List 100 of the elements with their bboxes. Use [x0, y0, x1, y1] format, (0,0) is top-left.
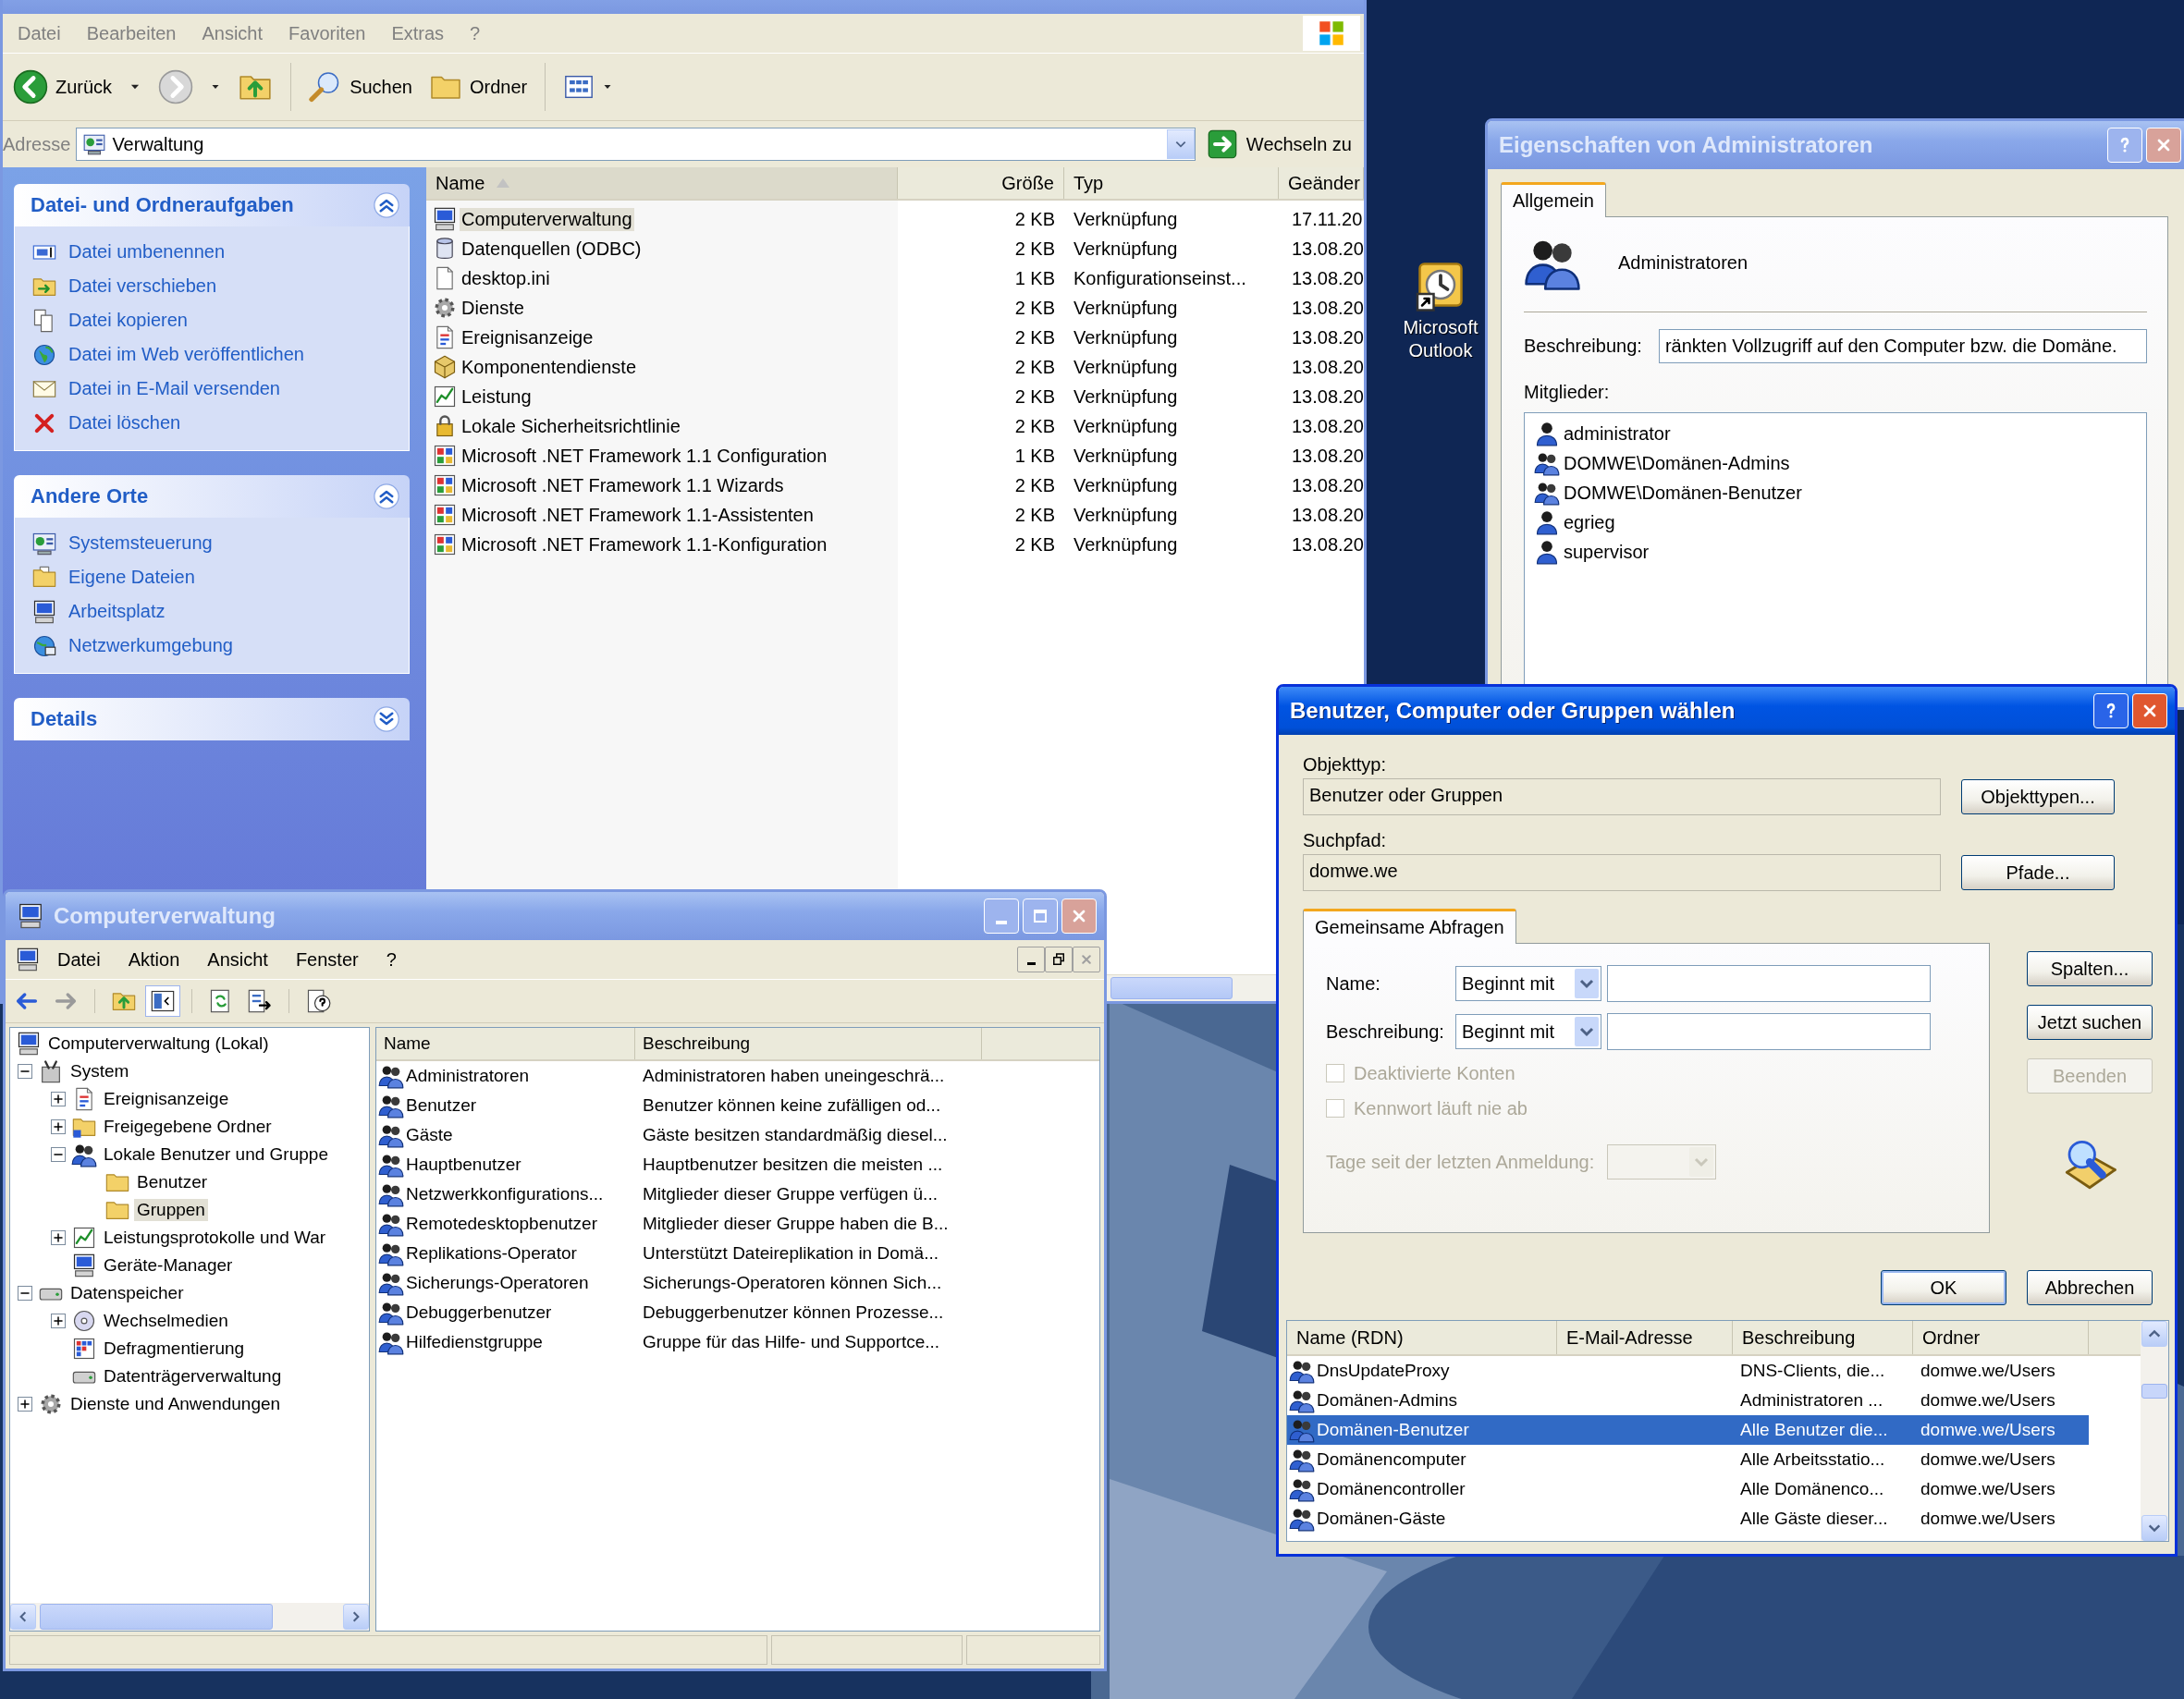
task-link[interactable]: Datei verschieben — [31, 272, 399, 300]
scrollbar-thumb[interactable] — [40, 1604, 273, 1630]
result-row[interactable]: Domänen-Benutzer Alle Benutzer die... domwe.we/Users — [1287, 1415, 2089, 1445]
file-name[interactable]: Datenquellen (ODBC) — [460, 237, 644, 261]
file-name[interactable]: Microsoft .NET Framework 1.1 Configuration — [460, 444, 829, 468]
column-header[interactable]: Name — [426, 167, 898, 199]
column-header[interactable]: Größe — [898, 167, 1064, 199]
scrollbar-thumb[interactable] — [2141, 1384, 2167, 1399]
menu-item[interactable]: Fenster — [284, 948, 370, 971]
result-row[interactable]: Domänen-Admins Administratoren ... domwe.we/Users — [1287, 1386, 2089, 1415]
expand-toggle[interactable] — [18, 1397, 32, 1412]
tree-item[interactable]: Computerverwaltung (Lokal) — [45, 1033, 272, 1055]
menu-item[interactable]: ? — [374, 948, 408, 971]
condition-dropdown[interactable]: Beginnt mit — [1455, 1014, 1601, 1049]
tree-item[interactable]: Defragmentierung — [101, 1338, 248, 1360]
vertical-scrollbar[interactable] — [2141, 1321, 2168, 1541]
dialog-button[interactable]: OK — [1881, 1270, 2006, 1305]
task-link[interactable]: Datei kopieren — [31, 306, 399, 335]
column-header[interactable]: Typ — [1064, 167, 1279, 199]
tree-item[interactable]: Dienste und Anwendungen — [67, 1393, 284, 1415]
file-name[interactable]: Dienste — [460, 296, 526, 320]
tab[interactable]: Gemeinsame Abfragen — [1303, 909, 1516, 944]
file-name[interactable]: Leistung — [460, 385, 534, 409]
column-header[interactable]: Name (RDN) — [1287, 1321, 1557, 1354]
tree-item[interactable]: Datenspeicher — [67, 1282, 187, 1304]
expand-toggle[interactable] — [51, 1230, 66, 1245]
expand-toggle[interactable] — [51, 1147, 66, 1162]
task-link[interactable]: Datei umbenennen — [31, 238, 399, 266]
file-name[interactable]: desktop.ini — [460, 266, 552, 290]
desktop-icon-label[interactable]: Microsoft Outlook — [1394, 316, 1487, 362]
restore-button[interactable] — [1045, 947, 1073, 972]
horizontal-scrollbar[interactable] — [10, 1603, 369, 1631]
member-name[interactable]: DOMWE\Domänen-Benutzer — [1564, 482, 1802, 504]
expand-toggle[interactable] — [51, 1092, 66, 1106]
column-header[interactable]: Beschreibung — [1733, 1321, 1913, 1354]
tree-item[interactable]: Gruppen — [134, 1199, 208, 1221]
dialog-button[interactable]: Jetzt suchen — [2027, 1005, 2153, 1040]
tree-item[interactable]: Freigegebene Ordner — [101, 1116, 275, 1138]
column-header[interactable]: E-Mail-Adresse — [1557, 1321, 1733, 1354]
file-name[interactable]: Computerverwaltung — [460, 207, 634, 231]
task-link[interactable]: Datei im Web veröffentlichen — [31, 340, 399, 369]
result-row[interactable]: DnsUpdateProxy DNS-Clients, die... domwe.we/Users — [1287, 1356, 2089, 1386]
task-link[interactable]: Datei in E-Mail versenden — [31, 374, 399, 403]
task-link[interactable]: Eigene Dateien — [31, 563, 399, 592]
dialog-button[interactable]: Spalten... — [2027, 951, 2153, 986]
member-name[interactable]: administrator — [1564, 422, 1671, 445]
tab[interactable]: Allgemein — [1501, 182, 1606, 217]
tree-item[interactable]: Leistungsprotokolle und War — [101, 1227, 329, 1249]
column-header[interactable]: Beschreibung — [635, 1028, 982, 1059]
result-row[interactable]: Domänen-Gäste Alle Gäste dieser... domwe.we/Users — [1287, 1504, 2089, 1534]
scroll-right-button[interactable] — [343, 1604, 369, 1630]
scroll-up-button[interactable] — [2141, 1321, 2167, 1347]
menu-item[interactable]: Datei — [46, 948, 112, 971]
panel-header[interactable]: Datei- und Ordneraufgaben — [14, 184, 410, 226]
task-link[interactable]: Datei löschen — [31, 409, 399, 437]
result-row[interactable]: Domänencontroller Alle Domänenco... domwe.we/Users — [1287, 1474, 2089, 1504]
folders-button[interactable]: Ordner — [422, 67, 534, 107]
menu-item[interactable]: Ansicht — [196, 948, 279, 971]
minimize-button[interactable] — [1017, 947, 1045, 972]
go-button[interactable]: Wechseln zu — [1200, 126, 1358, 163]
expand-toggle[interactable] — [18, 1064, 32, 1079]
tree-toggle-button[interactable] — [145, 985, 180, 1017]
tree-item[interactable]: Ereignisanzeige — [101, 1088, 232, 1110]
tree-item[interactable]: System — [67, 1060, 132, 1082]
member-name[interactable]: DOMWE\Domänen-Admins — [1564, 452, 1790, 474]
search-button[interactable]: Suchen — [302, 67, 419, 107]
expand-toggle[interactable] — [18, 1286, 32, 1301]
paths-button[interactable]: Pfade... — [1961, 855, 2115, 890]
member-name[interactable]: supervisor — [1564, 541, 1650, 563]
tree-item[interactable]: Wechselmedien — [101, 1310, 231, 1332]
file-name[interactable]: Microsoft .NET Framework 1.1-Assistenten — [460, 503, 816, 527]
file-name[interactable]: Ereignisanzeige — [460, 325, 595, 349]
file-name[interactable]: Komponentendienste — [460, 355, 639, 379]
member-name[interactable]: egrieg — [1564, 511, 1615, 533]
back-button[interactable]: Zurück — [6, 66, 119, 108]
result-row[interactable]: Domänencomputer Alle Arbeitsstatio... domwe.we/Users — [1287, 1445, 2089, 1474]
task-link[interactable]: Arbeitsplatz — [31, 597, 399, 626]
menu-item[interactable]: Aktion — [117, 948, 191, 971]
tree-item[interactable]: Benutzer — [134, 1171, 211, 1193]
column-header[interactable]: Geänder — [1279, 167, 1364, 199]
address-field[interactable]: Verwaltung — [76, 128, 1196, 161]
expand-toggle[interactable] — [51, 1314, 66, 1328]
scrollbar-thumb[interactable] — [1110, 977, 1233, 999]
file-name[interactable]: Lokale Sicherheitsrichtlinie — [460, 414, 682, 438]
scroll-down-button[interactable] — [2141, 1515, 2167, 1541]
condition-dropdown[interactable]: Beginnt mit — [1455, 966, 1601, 1001]
name-input[interactable] — [1607, 965, 1931, 1002]
column-header[interactable]: Name — [376, 1028, 635, 1059]
file-name[interactable]: Microsoft .NET Framework 1.1-Konfiguration — [460, 532, 829, 556]
tree-item[interactable]: Datenträgerverwaltung — [101, 1365, 285, 1387]
description-input[interactable] — [1607, 1013, 1931, 1050]
task-link[interactable]: Systemsteuerung — [31, 529, 399, 557]
description-field[interactable]: ränkten Vollzugriff auf den Computer bzw. die Domäne. — [1658, 329, 2147, 363]
dialog-button[interactable]: Abbrechen — [2027, 1270, 2153, 1305]
panel-header[interactable]: Details — [14, 698, 410, 740]
panel-header[interactable]: Andere Orte — [14, 475, 410, 518]
scroll-left-button[interactable] — [10, 1604, 36, 1630]
tree-item[interactable]: Geräte-Manager — [101, 1254, 236, 1277]
task-link[interactable]: Netzwerkumgebung — [31, 631, 399, 660]
tree-item[interactable]: Lokale Benutzer und Gruppe — [101, 1143, 331, 1166]
